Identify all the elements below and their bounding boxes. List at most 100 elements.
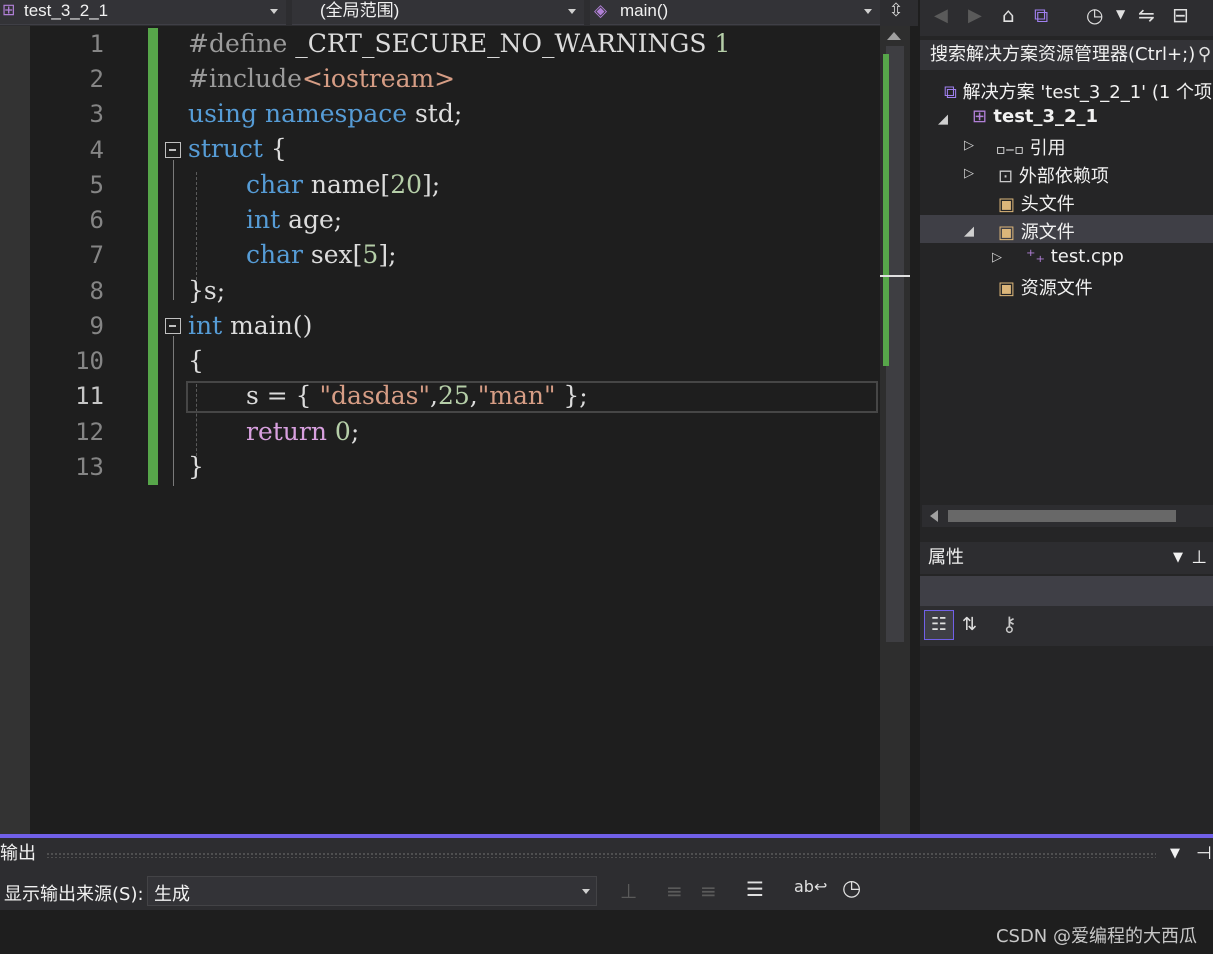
- number-token: 25: [437, 381, 470, 410]
- next-message-icon[interactable]: ≡: [700, 879, 717, 903]
- tree-item-header-files[interactable]: ▣ 头文件: [998, 190, 1075, 216]
- cube-icon: ◈: [594, 1, 608, 20]
- change-marker: [883, 54, 889, 366]
- code-line: #define _CRT_SECURE_NO_WARNINGS 1: [188, 29, 730, 58]
- line-number: 10: [75, 347, 104, 375]
- scroll-left-icon[interactable]: [930, 510, 938, 522]
- line-number: 5: [89, 171, 104, 199]
- tree-item-label: 解决方案 'test_3_2_1' (1 个项: [962, 82, 1213, 103]
- tree-item-external-dependencies[interactable]: ⊡ 外部依赖项: [998, 162, 1109, 188]
- categorized-icon[interactable]: ☷: [924, 610, 954, 640]
- collapsed-arrow-icon[interactable]: ▷: [992, 250, 1002, 265]
- properties-header: 属性 ▼ ⊥: [920, 542, 1213, 574]
- back-icon[interactable]: ◀: [934, 5, 948, 26]
- forward-icon[interactable]: ▶: [968, 5, 982, 26]
- output-title: 输出: [0, 843, 36, 864]
- chevron-down-icon[interactable]: ▼: [1170, 838, 1180, 870]
- code-line: int main(): [188, 311, 312, 340]
- drag-grip[interactable]: [46, 852, 1156, 858]
- code-token: sex[: [302, 240, 363, 269]
- fold-guide: [173, 336, 174, 486]
- line-number: 8: [89, 277, 104, 305]
- keyword-token: int: [188, 311, 223, 340]
- keyword-token: int: [246, 205, 281, 234]
- indicator-margin: [0, 26, 30, 834]
- clock-icon[interactable]: ◷: [842, 876, 861, 901]
- editor-vertical-scrollbar[interactable]: [880, 26, 910, 834]
- pin-icon[interactable]: ⊥: [1191, 542, 1207, 574]
- code-token: main(): [222, 311, 313, 340]
- project-icon: ⊞: [2, 2, 16, 19]
- properties-toolbar: ☷ ⇅ ⚷: [920, 606, 1213, 646]
- code-editor[interactable]: [0, 26, 880, 834]
- chevron-down-icon[interactable]: ▼: [1173, 542, 1183, 574]
- property-pages-icon[interactable]: ⚷: [1002, 612, 1017, 636]
- scrollbar-thumb[interactable]: [948, 510, 1176, 522]
- filter-folder-icon: ▣: [998, 194, 1016, 215]
- alphabetical-icon[interactable]: ⇅: [962, 614, 977, 635]
- expanded-arrow-icon[interactable]: ◢: [938, 112, 948, 127]
- line-number: 6: [89, 206, 104, 234]
- clear-all-icon[interactable]: ☰: [746, 877, 764, 901]
- watermark: CSDN @爱编程的大西瓜: [995, 926, 1197, 947]
- tree-item-label: test_3_2_1: [993, 106, 1099, 127]
- tree-item-solution[interactable]: ⧉ 解决方案 'test_3_2_1' (1 个项: [944, 78, 1212, 104]
- code-line: }s;: [188, 276, 226, 305]
- code-token: ,: [469, 381, 478, 410]
- collapse-struct-button[interactable]: [165, 142, 181, 158]
- collapsed-arrow-icon[interactable]: ▷: [964, 138, 974, 153]
- collapse-main-button[interactable]: [165, 318, 181, 334]
- previous-message-icon[interactable]: ≡: [666, 879, 683, 903]
- split-window-icon[interactable]: ⇳: [886, 0, 906, 24]
- solution-horizontal-scrollbar[interactable]: [922, 505, 1213, 527]
- keyword-token: namespace: [264, 99, 408, 128]
- word-wrap-icon[interactable]: ab↩: [794, 877, 827, 896]
- chevron-down-icon: [568, 9, 576, 14]
- tree-item-project[interactable]: ⊞ test_3_2_1: [972, 106, 1098, 127]
- pin-icon[interactable]: ⊣: [1196, 838, 1212, 870]
- scroll-up-icon[interactable]: [887, 32, 901, 40]
- collapse-all-icon[interactable]: ⊟: [1172, 3, 1189, 27]
- scope-dropdown[interactable]: (全局范围): [292, 0, 584, 25]
- output-source-dropdown[interactable]: 生成: [147, 876, 597, 906]
- tree-item-source-files[interactable]: ▣ 源文件: [998, 218, 1075, 244]
- preprocessor-token: #include: [188, 64, 302, 93]
- expanded-arrow-icon[interactable]: ◢: [964, 224, 974, 239]
- tree-item-resource-files[interactable]: ▣ 资源文件: [998, 274, 1093, 300]
- search-placeholder: 搜索解决方案资源管理器(Ctrl+;): [930, 44, 1196, 65]
- solution-search-input[interactable]: 搜索解决方案资源管理器(Ctrl+;) ⚲: [920, 40, 1213, 70]
- properties-object-selector[interactable]: [920, 576, 1213, 606]
- code-line: struct {: [188, 134, 287, 163]
- project-dropdown-label: test_3_2_1: [24, 1, 109, 20]
- cpp-file-icon: ⁺₊: [1026, 246, 1046, 267]
- member-dropdown[interactable]: ◈ main(): [590, 0, 880, 25]
- number-token: 1: [714, 29, 731, 58]
- project-dropdown[interactable]: ⊞ test_3_2_1: [0, 0, 286, 25]
- line-number: 11: [75, 382, 104, 410]
- switch-views-icon[interactable]: ⧉: [1034, 3, 1048, 27]
- sync-icon[interactable]: ⇋: [1138, 3, 1155, 27]
- output-content[interactable]: CSDN @爱编程的大西瓜: [0, 910, 1213, 954]
- include-token: <iostream>: [301, 64, 456, 93]
- change-tracking-bar: [148, 28, 158, 485]
- home-icon[interactable]: ⌂: [1002, 3, 1015, 27]
- collapsed-arrow-icon[interactable]: ▷: [964, 166, 974, 181]
- find-message-icon[interactable]: ⊥: [620, 879, 637, 903]
- code-line: char sex[5];: [246, 240, 397, 269]
- string-token: "dasdas": [319, 381, 431, 410]
- tree-item-references[interactable]: ▫‒▫ 引用: [996, 134, 1066, 160]
- code-line: {: [188, 346, 204, 375]
- pending-changes-icon[interactable]: ◷: [1086, 3, 1103, 27]
- filter-folder-icon: ▣: [998, 222, 1016, 243]
- tree-item-test-cpp[interactable]: ⁺₊ test.cpp: [1026, 246, 1124, 267]
- code-token: };: [555, 381, 588, 410]
- tree-item-label: 源文件: [1020, 222, 1075, 243]
- search-icon[interactable]: ⚲: [1198, 40, 1211, 70]
- chevron-down-icon[interactable]: ▼: [1116, 7, 1125, 21]
- chevron-down-icon: [582, 889, 590, 894]
- code-line: int age;: [246, 205, 342, 234]
- preprocessor-token: #define: [188, 29, 288, 58]
- line-number: 1: [89, 30, 104, 58]
